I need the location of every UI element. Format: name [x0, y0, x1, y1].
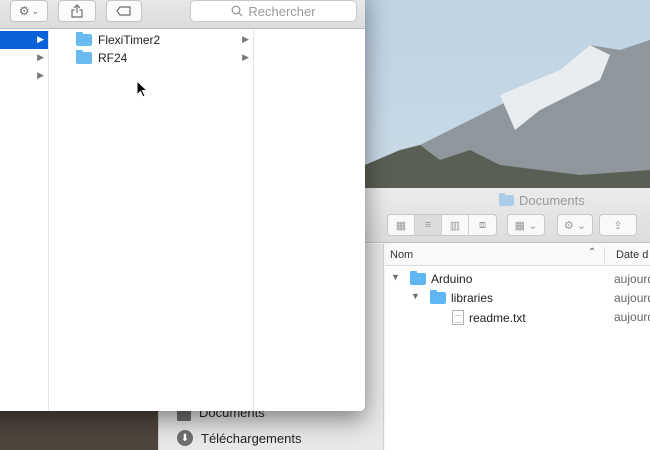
column-item-selected[interactable]: ▶: [0, 31, 48, 49]
share-button[interactable]: ⇪: [599, 214, 637, 236]
disclosure-arrow-icon: ▶: [37, 34, 44, 44]
window-title: Documents: [499, 193, 585, 208]
icon-view-button[interactable]: ▦: [388, 215, 415, 235]
disclosure-arrow-icon: ▶: [242, 34, 249, 44]
column-item[interactable]: ▶: [0, 67, 48, 85]
column-item-flexitimer2[interactable]: FlexiTimer2 ▶: [49, 31, 253, 49]
search-icon: [231, 5, 243, 17]
column-2: FlexiTimer2 ▶ RF24 ▶: [49, 30, 254, 411]
share-icon: [71, 4, 83, 18]
table-row[interactable]: ▼ libraries aujourd: [385, 288, 650, 307]
sidebar-item-downloads[interactable]: ⬇ Téléchargements: [177, 430, 301, 446]
column-header-date[interactable]: Date d: [616, 249, 648, 261]
row-date: aujourd: [614, 310, 650, 324]
row-date: aujourd: [614, 291, 650, 305]
mouse-cursor-icon: [136, 80, 148, 98]
list-view-button[interactable]: ≡: [415, 215, 442, 235]
finder-window-libraries: ⚙ ⌄ Rechercher ▶ ▶ ▶ FlexiTimer2 ▶ RF24 …: [0, 0, 365, 411]
folder-icon: [430, 290, 446, 304]
row-name: readme.txt: [469, 310, 526, 325]
disclosure-arrow-icon: ▶: [37, 52, 44, 62]
share-button[interactable]: [58, 0, 96, 22]
disclosure-triangle-icon[interactable]: ▼: [391, 272, 400, 282]
gear-icon: ⚙: [18, 4, 30, 18]
column-view-button[interactable]: ▥: [442, 215, 469, 235]
gallery-view-button[interactable]: ⧈: [469, 215, 496, 235]
file-list: Nom ⌃ Date d ▼ Arduino aujourd ▼ librari…: [385, 244, 650, 450]
column-header-name[interactable]: Nom: [390, 249, 413, 261]
row-name: libraries: [451, 291, 494, 305]
row-name: Arduino: [431, 272, 473, 286]
view-mode-control[interactable]: ▦ ≡ ▥ ⧈: [387, 214, 497, 236]
list-header: Nom ⌃ Date d: [385, 244, 650, 266]
folder-icon: [410, 271, 426, 285]
download-icon: ⬇: [177, 430, 193, 446]
folder-icon: [499, 193, 514, 206]
column-divider[interactable]: [604, 247, 605, 263]
search-field[interactable]: Rechercher: [190, 0, 357, 22]
chevron-down-icon: ⌄: [31, 5, 40, 16]
column-item[interactable]: ▶: [0, 49, 48, 67]
disclosure-arrow-icon: ▶: [242, 52, 249, 62]
text-file-icon: [452, 310, 464, 325]
group-button[interactable]: ▦ ⌄: [507, 214, 545, 236]
column-item-rf24[interactable]: RF24 ▶: [49, 49, 253, 67]
column-3: [254, 30, 365, 411]
disclosure-arrow-icon: ▶: [37, 70, 44, 80]
table-row[interactable]: ▼ Arduino aujourd: [385, 269, 650, 288]
tag-button[interactable]: [106, 0, 142, 22]
search-placeholder: Rechercher: [248, 3, 316, 19]
action-button[interactable]: ⚙ ⌄: [557, 214, 593, 236]
toolbar: ⚙ ⌄ Rechercher: [0, 0, 365, 29]
row-date: aujourd: [614, 272, 650, 286]
sort-ascending-icon: ⌃: [588, 247, 597, 258]
folder-icon: [76, 32, 92, 46]
action-button[interactable]: ⚙ ⌄: [10, 0, 48, 22]
column-1: ▶ ▶ ▶: [0, 30, 49, 411]
folder-icon: [76, 50, 92, 64]
disclosure-triangle-icon[interactable]: ▼: [411, 291, 420, 301]
table-row[interactable]: readme.txt aujourd: [385, 307, 650, 326]
tag-icon: [116, 6, 131, 16]
